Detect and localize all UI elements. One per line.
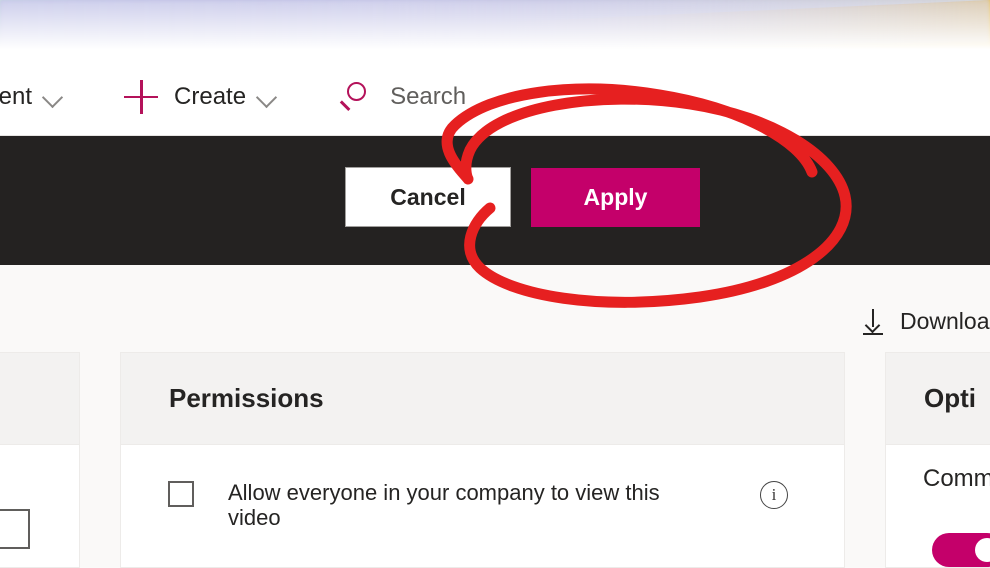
app-screen: tent Create Search Cancel Apply Downloa (0, 0, 990, 568)
search-label: Search (390, 82, 467, 110)
info-glyph: i (771, 485, 777, 504)
comments-toggle[interactable] (932, 533, 990, 567)
permissions-title: Permissions (169, 383, 324, 413)
cancel-button[interactable]: Cancel (345, 167, 511, 227)
download-icon (862, 308, 884, 335)
left-panel-header (0, 353, 79, 445)
permissions-panel-header: Permissions (121, 353, 844, 445)
comments-setting-label: Comm (923, 465, 990, 492)
nav-item-search[interactable]: Search (338, 58, 466, 136)
apply-button[interactable]: Apply (531, 168, 700, 227)
options-title: Opti (924, 383, 976, 413)
nav-create-label: Create (174, 82, 247, 110)
download-button[interactable]: Downloa (862, 308, 990, 335)
allow-everyone-label: Allow everyone in your company to view t… (228, 480, 660, 530)
allow-everyone-checkbox-row[interactable]: Allow everyone in your company to view t… (168, 480, 708, 530)
toggle-knob (975, 538, 990, 562)
banner-white-fade (0, 0, 990, 58)
nav-content-label: tent (0, 82, 33, 110)
nav-item-create[interactable]: Create (122, 58, 276, 136)
info-icon[interactable]: i (760, 481, 788, 509)
allow-everyone-checkbox[interactable] (168, 481, 194, 507)
decorative-gradient-banner (0, 0, 990, 58)
search-icon (338, 80, 372, 114)
chevron-down-icon (258, 88, 276, 106)
permissions-panel: Permissions (120, 352, 845, 568)
download-label: Downloa (900, 308, 990, 334)
nav-item-content[interactable]: tent (0, 58, 62, 136)
plus-icon (122, 78, 160, 116)
top-navigation-bar: tent Create Search (0, 58, 990, 136)
left-panel-checkbox[interactable] (0, 509, 30, 549)
options-panel-header: Opti (886, 353, 990, 445)
chevron-down-icon (44, 88, 62, 106)
